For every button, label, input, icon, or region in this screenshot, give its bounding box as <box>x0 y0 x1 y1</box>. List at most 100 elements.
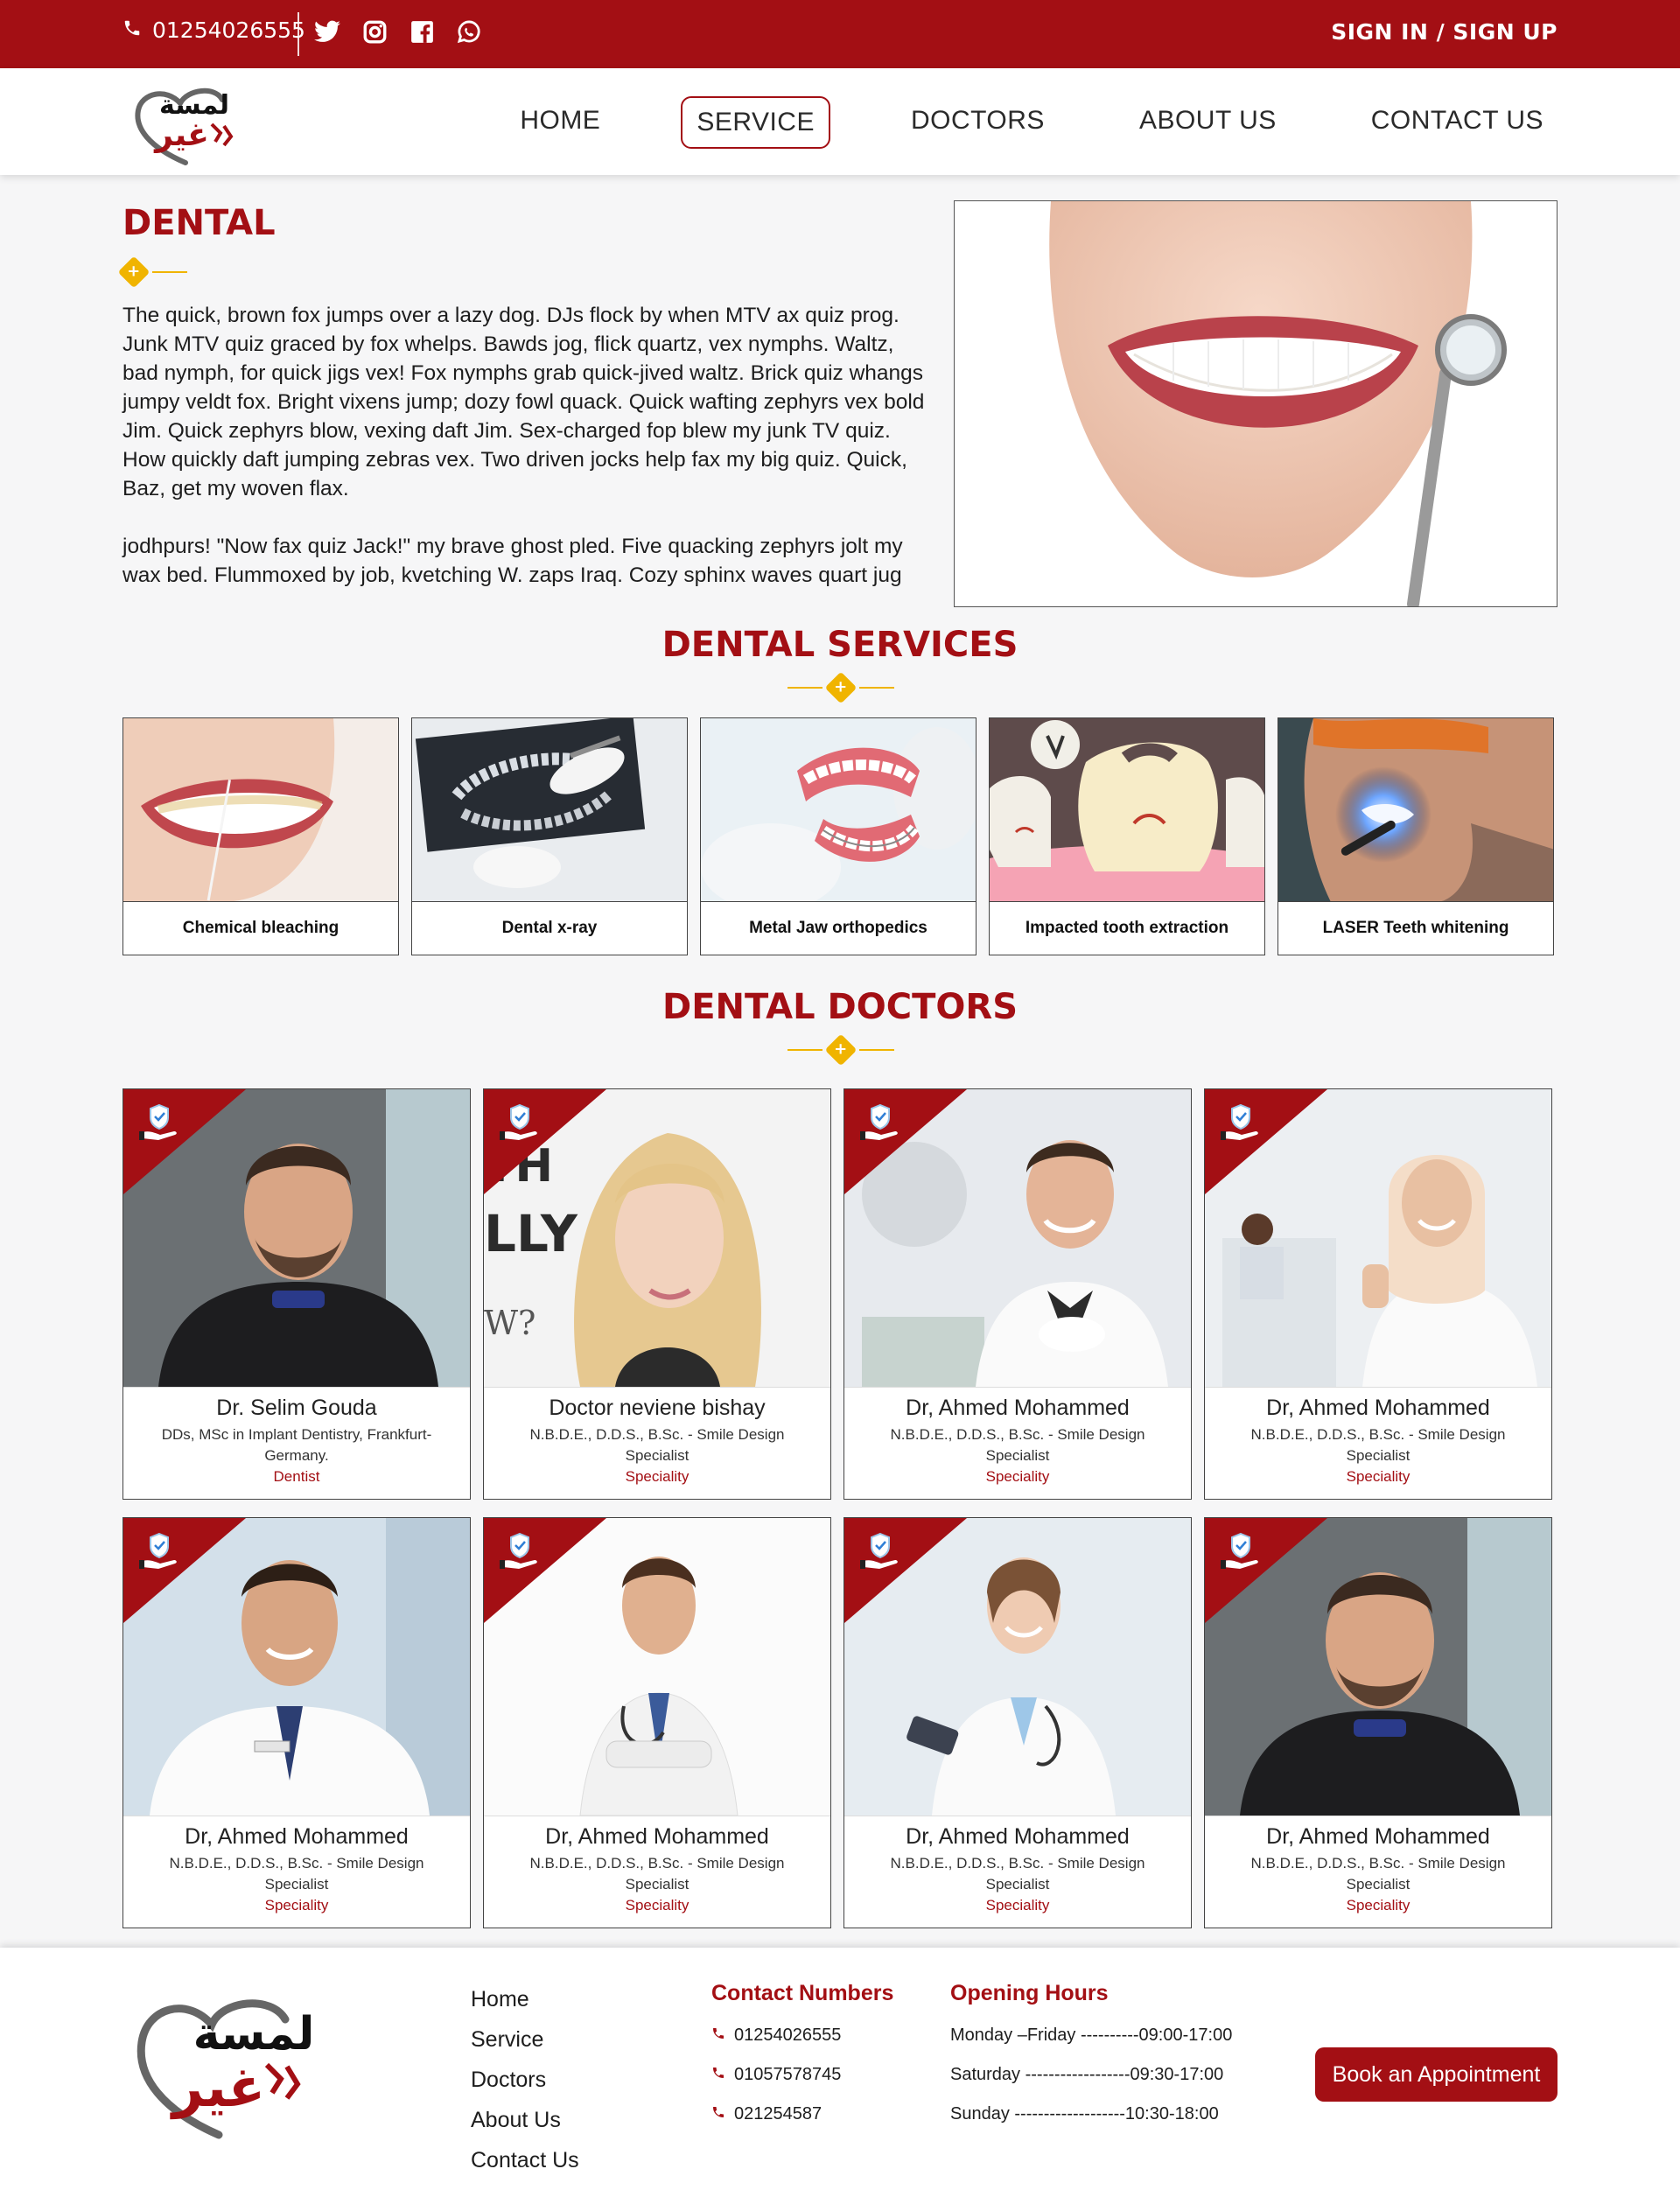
verified-hand-shield-icon <box>139 1530 179 1571</box>
doctor-speciality: Speciality <box>625 1468 690 1485</box>
logo-text-top: لمسة <box>159 90 229 121</box>
contact-phone-row[interactable]: 021254587 <box>711 2104 893 2124</box>
phone-icon <box>711 2026 725 2046</box>
doctor-info: Dr, Ahmed Mohammed N.B.D.E., D.D.S., B.S… <box>484 1816 830 1928</box>
intro-paragraph-1: The quick, brown fox jumps over a lazy d… <box>122 304 925 500</box>
service-image-extraction <box>990 718 1264 902</box>
opening-hours-row: Saturday ------------------09:30-17:00 <box>950 2065 1224 2084</box>
contact-phone-number: 021254587 <box>734 2104 822 2124</box>
doctor-name: Doctor neviene bishay <box>549 1396 766 1420</box>
footer-link-service[interactable]: Service <box>471 2019 579 2060</box>
doctor-info: Dr, Ahmed Mohammed N.B.D.E., D.D.S., B.S… <box>844 1816 1191 1928</box>
intro-paragraph-2: jodhpurs! "Now fax quiz Jack!" my brave … <box>122 535 903 587</box>
phone-icon <box>711 2065 725 2085</box>
footer-link-contact-us[interactable]: Contact Us <box>471 2140 579 2180</box>
footer-logo-text-top: لمسة <box>193 2008 315 2061</box>
doctor-qualifications: N.B.D.E., D.D.S., B.Sc. - Smile Design S… <box>1250 1426 1506 1464</box>
doctor-card[interactable]: Dr, Ahmed Mohammed N.B.D.E., D.D.S., B.S… <box>1204 1517 1552 1928</box>
service-card[interactable]: Chemical bleaching <box>122 717 399 955</box>
facebook-icon[interactable] <box>408 17 436 45</box>
doctor-qualifications: N.B.D.E., D.D.S., B.Sc. - Smile Design S… <box>169 1855 424 1893</box>
doctor-card[interactable]: Dr, Ahmed Mohammed N.B.D.E., D.D.S., B.S… <box>122 1517 471 1928</box>
doctor-card[interactable]: TH LLY W? Doctor neviene bishay N.B.D.E.… <box>483 1088 831 1500</box>
logo[interactable]: لمسة غير <box>131 77 262 169</box>
service-image-bleaching <box>123 718 398 902</box>
doctors-ornament: + <box>788 1033 894 1067</box>
service-card[interactable]: LASER Teeth whitening <box>1278 717 1554 955</box>
service-label: Metal Jaw orthopedics <box>749 919 928 937</box>
contact-phone-row[interactable]: 01254026555 <box>711 2026 893 2046</box>
nav-service[interactable]: SERVICE <box>681 96 830 149</box>
social-links <box>313 17 483 45</box>
service-label: Chemical bleaching <box>182 919 340 937</box>
doctor-info: Doctor neviene bishay N.B.D.E., D.D.S., … <box>484 1387 830 1499</box>
main-navbar: لمسة غير HOME SERVICE DOCTORS ABOUT US C… <box>0 68 1680 175</box>
footer-link-about-us[interactable]: About Us <box>471 2100 579 2140</box>
doctor-card[interactable]: Dr, Ahmed Mohammed N.B.D.E., D.D.S., B.S… <box>483 1517 831 1928</box>
instagram-icon[interactable] <box>360 17 388 45</box>
contact-numbers: Contact Numbers 01254026555 01057578745 … <box>711 1981 893 2124</box>
plus-diamond-icon: + <box>824 671 858 704</box>
topbar-phone-number: 01254026555 <box>152 17 305 43</box>
services-list: Chemical bleaching Dental x-ray Metal Ja… <box>122 717 1558 955</box>
main-nav: HOME SERVICE DOCTORS ABOUT US CONTACT US <box>439 96 1558 149</box>
doctor-speciality: Speciality <box>625 1897 690 1914</box>
nav-contact-us[interactable]: CONTACT US <box>1357 96 1558 149</box>
svg-text:W?: W? <box>484 1304 536 1342</box>
doctor-name: Dr, Ahmed Mohammed <box>185 1824 409 1849</box>
plus-diamond-icon: + <box>117 255 150 289</box>
opening-hours-title: Opening Hours <box>950 1981 1109 2005</box>
opening-hours-row: Sunday -------------------10:30-18:00 <box>950 2104 1219 2124</box>
top-bar: 01254026555 SIGN IN / SIGN UP <box>0 0 1680 68</box>
book-appointment-button[interactable]: Book an Appointment <box>1315 2047 1558 2102</box>
service-card[interactable]: Dental x-ray <box>411 717 688 955</box>
opening-hours: Opening Hours Monday –Friday ----------0… <box>950 1981 1232 2124</box>
doctors-section-title: DENTAL DOCTORS <box>662 987 1018 1027</box>
verified-hand-shield-icon <box>860 1530 900 1571</box>
footer-link-home[interactable]: Home <box>471 1979 579 2019</box>
nav-doctors[interactable]: DOCTORS <box>897 96 1059 149</box>
doctor-speciality: Speciality <box>985 1468 1050 1485</box>
footer-link-doctors[interactable]: Doctors <box>471 2060 579 2100</box>
nav-about-us[interactable]: ABOUT US <box>1125 96 1291 149</box>
doctor-qualifications: N.B.D.E., D.D.S., B.Sc. - Smile Design S… <box>529 1426 785 1464</box>
verified-hand-shield-icon <box>500 1102 540 1142</box>
service-label: LASER Teeth whitening <box>1322 919 1509 937</box>
topbar-divider <box>298 12 299 56</box>
page-title: DENTAL <box>122 203 276 243</box>
doctor-name: Dr, Ahmed Mohammed <box>545 1824 769 1849</box>
twitter-icon[interactable] <box>313 17 341 45</box>
svg-text:LLY: LLY <box>484 1204 578 1263</box>
doctor-info: Dr, Ahmed Mohammed N.B.D.E., D.D.S., B.S… <box>844 1387 1191 1499</box>
doctor-speciality: Speciality <box>985 1897 1050 1914</box>
sign-in-sign-up-link[interactable]: SIGN IN / SIGN UP <box>1331 19 1558 45</box>
contact-phone-row[interactable]: 01057578745 <box>711 2065 893 2085</box>
doctor-card[interactable]: Dr, Ahmed Mohammed N.B.D.E., D.D.S., B.S… <box>844 1088 1192 1500</box>
hero-smile-image <box>954 200 1558 607</box>
verified-hand-shield-icon <box>1221 1102 1261 1142</box>
service-card[interactable]: Metal Jaw orthopedics <box>700 717 976 955</box>
doctor-speciality: Speciality <box>1346 1468 1410 1485</box>
doctor-card[interactable]: Dr. Selim Gouda DDs, MSc in Implant Dent… <box>122 1088 471 1500</box>
topbar-phone[interactable]: 01254026555 <box>122 17 305 43</box>
service-image-xray <box>412 718 687 902</box>
doctors-grid: Dr. Selim Gouda DDs, MSc in Implant Dent… <box>122 1088 1558 1928</box>
doctor-name: Dr, Ahmed Mohammed <box>906 1396 1130 1420</box>
footer-logo[interactable]: لمسة غير <box>131 1979 350 2145</box>
service-card[interactable]: Impacted tooth extraction <box>989 717 1265 955</box>
footer-links: Home Service Doctors About Us Contact Us <box>471 1979 579 2180</box>
doctor-card[interactable]: Dr, Ahmed Mohammed N.B.D.E., D.D.S., B.S… <box>844 1517 1192 1928</box>
doctor-info: Dr, Ahmed Mohammed N.B.D.E., D.D.S., B.S… <box>1205 1816 1551 1928</box>
logo-text-bottom: غير <box>153 117 209 153</box>
intro-text: The quick, brown fox jumps over a lazy d… <box>122 301 928 619</box>
doctor-info: Dr. Selim Gouda DDs, MSc in Implant Dent… <box>123 1387 470 1499</box>
doctor-qualifications: DDs, MSc in Implant Dentistry, Frankfurt… <box>161 1426 432 1464</box>
footer-logo-text-bottom: غير <box>170 2055 265 2119</box>
opening-hours-row: Monday –Friday ----------09:00-17:00 <box>950 2026 1233 2045</box>
doctor-card[interactable]: Dr, Ahmed Mohammed N.B.D.E., D.D.S., B.S… <box>1204 1088 1552 1500</box>
nav-home[interactable]: HOME <box>506 96 614 149</box>
phone-icon <box>711 2104 725 2124</box>
whatsapp-icon[interactable] <box>455 17 483 45</box>
service-label: Dental x-ray <box>501 919 598 937</box>
phone-icon <box>122 17 142 43</box>
